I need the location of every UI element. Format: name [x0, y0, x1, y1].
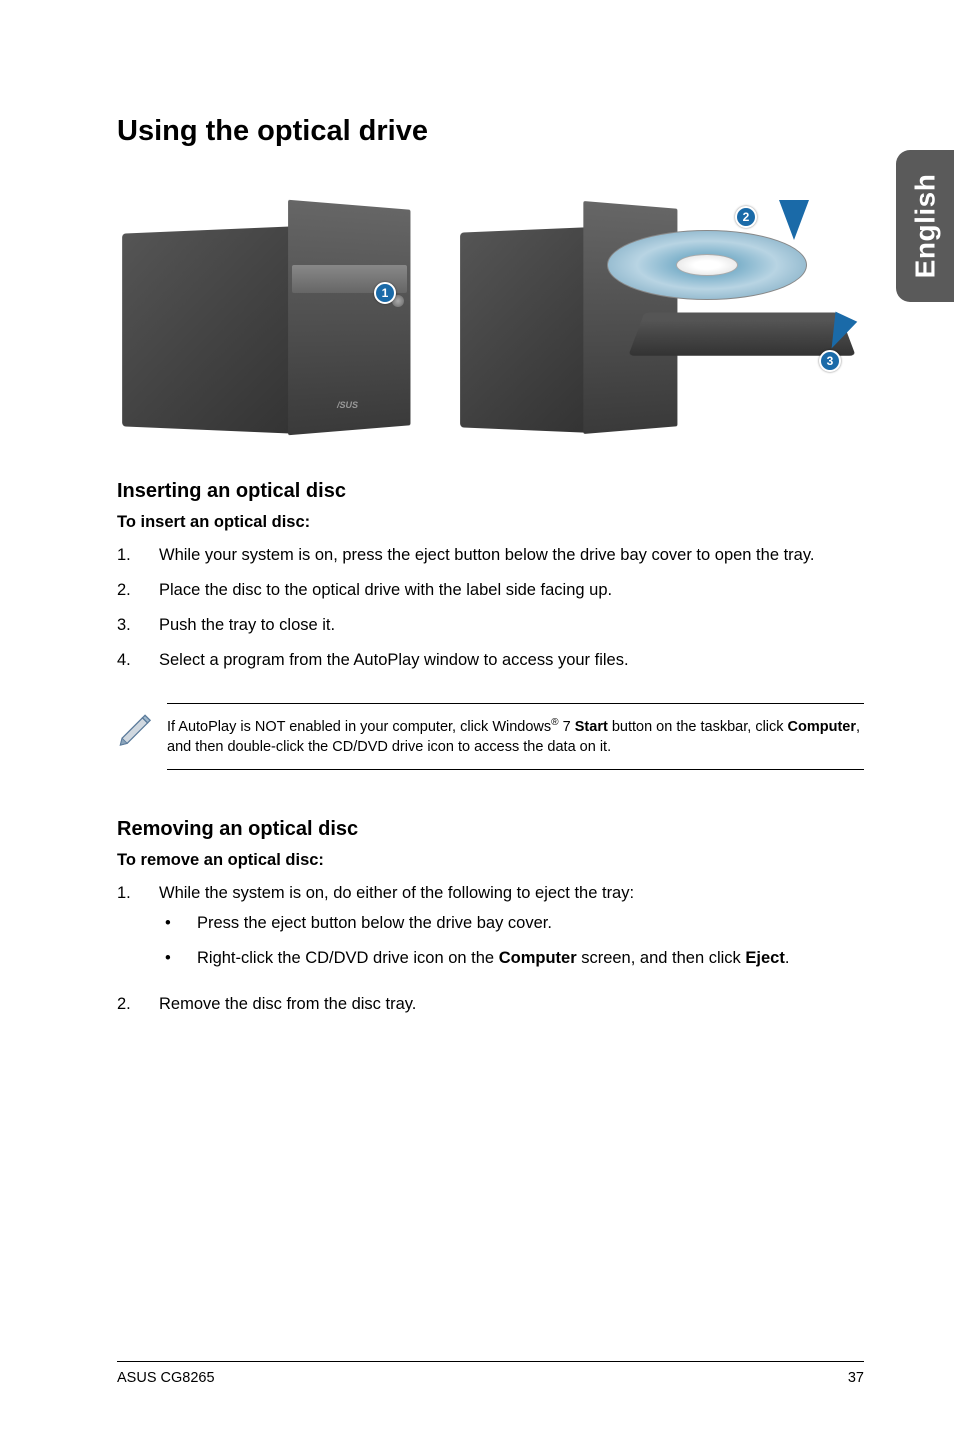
- callout-2: 2: [735, 206, 757, 228]
- pencil-icon: [117, 703, 167, 747]
- list-item: •Press the eject button below the drive …: [159, 912, 864, 936]
- footer-model: ASUS CG8265: [117, 1370, 215, 1386]
- list-item: 1. While the system is on, do either of …: [117, 882, 864, 982]
- insert-heading: Inserting an optical disc: [117, 480, 864, 503]
- page-title: Using the optical drive: [117, 115, 864, 148]
- tower-open-illustration: 2 3: [457, 190, 857, 430]
- illustration-row: /SUS 1 2 3: [117, 190, 864, 430]
- callout-1: 1: [374, 282, 396, 304]
- callout-3: 3: [819, 350, 841, 372]
- remove-steps-list: 1. While the system is on, do either of …: [117, 882, 864, 1017]
- arrow-down-icon: [779, 200, 809, 240]
- remove-heading: Removing an optical disc: [117, 818, 864, 841]
- list-item: 2.Place the disc to the optical drive wi…: [117, 579, 864, 603]
- remove-intro: To remove an optical disc:: [117, 851, 864, 870]
- tower-closed-illustration: /SUS 1: [117, 190, 427, 430]
- footer-page-number: 37: [848, 1370, 864, 1386]
- bullet-list: •Press the eject button below the drive …: [159, 912, 864, 971]
- list-item: 3.Push the tray to close it.: [117, 614, 864, 638]
- note-box: If AutoPlay is NOT enabled in your compu…: [117, 703, 864, 770]
- list-item: 1.While your system is on, press the eje…: [117, 544, 864, 568]
- insert-intro: To insert an optical disc:: [117, 513, 864, 532]
- list-item: 2.Remove the disc from the disc tray.: [117, 993, 864, 1017]
- insert-steps-list: 1.While your system is on, press the eje…: [117, 544, 864, 673]
- list-item: 4.Select a program from the AutoPlay win…: [117, 649, 864, 673]
- list-item: •Right-click the CD/DVD drive icon on th…: [159, 947, 864, 971]
- page-footer: ASUS CG8265 37: [117, 1361, 864, 1386]
- note-text: If AutoPlay is NOT enabled in your compu…: [167, 703, 864, 770]
